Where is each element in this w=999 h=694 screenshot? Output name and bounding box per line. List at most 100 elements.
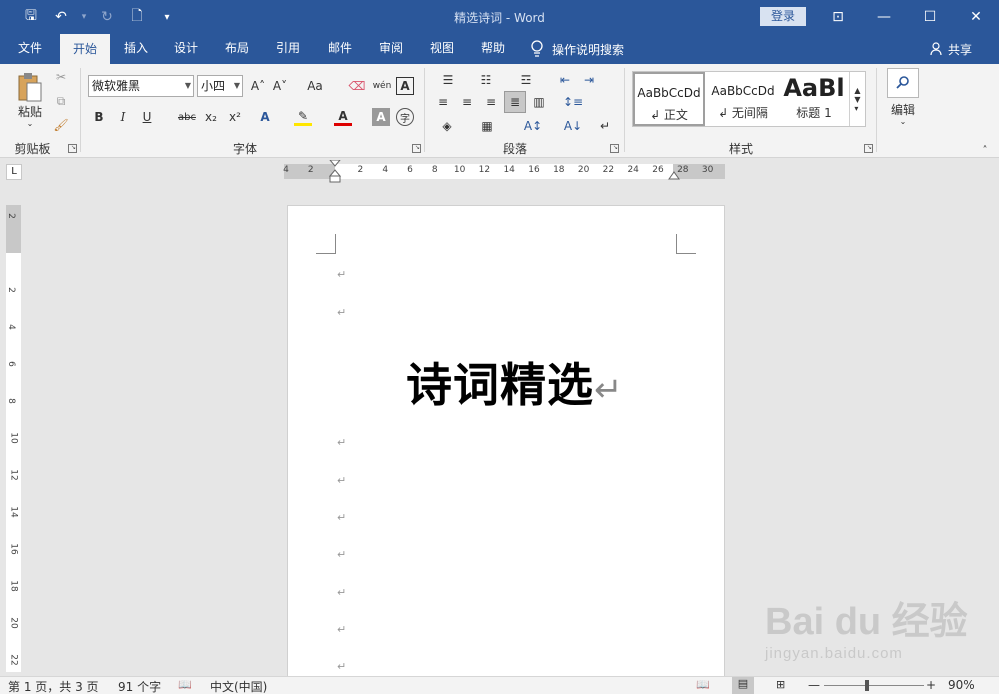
word-count[interactable]: 91 个字 bbox=[118, 678, 161, 694]
editing-label[interactable]: 编辑 bbox=[885, 102, 921, 117]
clear-formatting-icon[interactable]: ⌫ bbox=[348, 77, 366, 95]
paragraph-mark[interactable]: ↵ bbox=[337, 511, 346, 524]
format-painter-icon[interactable]: 🖌 bbox=[52, 116, 70, 134]
increase-indent-icon[interactable]: ⇥ bbox=[580, 70, 598, 90]
font-launcher-icon[interactable]: ↘ bbox=[412, 144, 421, 153]
paragraph-mark[interactable]: ↵ bbox=[337, 306, 346, 319]
paste-dropdown-icon[interactable]: ⌄ bbox=[22, 118, 38, 128]
phonetic-guide-icon[interactable]: wén bbox=[372, 76, 392, 96]
superscript-button[interactable]: x² bbox=[226, 108, 244, 126]
tab-layout[interactable]: 布局 bbox=[215, 34, 259, 64]
tab-insert[interactable]: 插入 bbox=[114, 34, 158, 64]
paste-label[interactable]: 粘贴 bbox=[10, 104, 50, 119]
italic-button[interactable]: I bbox=[114, 108, 132, 126]
subscript-button[interactable]: x₂ bbox=[202, 108, 220, 126]
paragraph-mark[interactable]: ↵ bbox=[337, 586, 346, 599]
distributed-icon[interactable]: ▥ bbox=[530, 93, 548, 111]
font-name-select[interactable]: 微软雅黑 ▼ bbox=[88, 75, 194, 97]
align-center-icon[interactable]: ≡ bbox=[458, 93, 476, 111]
line-spacing-icon[interactable]: ↕≡ bbox=[560, 93, 586, 111]
paragraph-mark[interactable]: ↵ bbox=[337, 268, 346, 281]
horizontal-ruler[interactable]: 4 2 2 4 6 8 10 12 14 16 18 20 22 24 26 28 30 bbox=[283, 160, 725, 183]
grow-font-icon[interactable]: A˄ bbox=[249, 77, 267, 95]
bullets-icon[interactable]: ☰ bbox=[434, 70, 462, 90]
styles-launcher-icon[interactable]: ↘ bbox=[864, 144, 873, 153]
shading-icon[interactable]: ◈ bbox=[434, 116, 460, 136]
multilevel-list-icon[interactable]: ☲ bbox=[512, 70, 540, 90]
justify-icon[interactable]: ≣ bbox=[504, 91, 526, 113]
change-case-icon[interactable]: Aa bbox=[302, 77, 328, 95]
bold-button[interactable]: B bbox=[90, 108, 108, 126]
character-border-icon[interactable]: A bbox=[396, 77, 414, 95]
zoom-level[interactable]: 90% bbox=[948, 678, 975, 692]
zoom-slider-track[interactable] bbox=[824, 685, 924, 686]
decrease-indent-icon[interactable]: ⇤ bbox=[556, 70, 574, 90]
zoom-out-button[interactable]: — bbox=[808, 678, 820, 692]
enclose-characters-icon[interactable]: 字 bbox=[396, 108, 414, 126]
align-left-icon[interactable]: ≡ bbox=[434, 93, 452, 111]
cut-icon[interactable]: ✂ bbox=[52, 68, 70, 86]
tab-selector[interactable]: L bbox=[6, 164, 22, 180]
maximize-icon[interactable]: ☐ bbox=[907, 0, 953, 34]
highlight-icon[interactable]: ✎ bbox=[294, 108, 312, 126]
paragraph-mark[interactable]: ↵ bbox=[337, 474, 346, 487]
paragraph-mark[interactable]: ↵ bbox=[337, 436, 346, 449]
page-count[interactable]: 第 1 页，共 3 页 bbox=[8, 678, 99, 694]
zoom-in-button[interactable]: + bbox=[926, 678, 936, 692]
close-icon[interactable]: ✕ bbox=[953, 0, 999, 34]
ruler-number: 18 bbox=[8, 580, 19, 592]
borders-icon[interactable]: ▦ bbox=[474, 116, 500, 136]
shrink-font-icon[interactable]: A˅ bbox=[271, 77, 289, 95]
tab-mailings[interactable]: 邮件 bbox=[318, 34, 362, 64]
login-button[interactable]: 登录 bbox=[760, 7, 806, 26]
tab-file[interactable]: 文件 bbox=[8, 34, 52, 64]
heading-text[interactable]: 诗词精选 bbox=[406, 358, 594, 412]
clipboard-launcher-icon[interactable]: ↘ bbox=[68, 144, 77, 153]
chinese-layout-icon[interactable]: A↕ bbox=[518, 116, 548, 136]
proofing-icon[interactable]: 📖 bbox=[178, 678, 192, 691]
paragraph-mark[interactable]: ↵ bbox=[337, 623, 346, 636]
ribbon-display-options-icon[interactable]: ⊡ bbox=[815, 0, 861, 34]
share-button[interactable]: 共享 bbox=[930, 34, 972, 64]
styles-scroll[interactable]: ▲ ▼ ▾ bbox=[849, 72, 865, 126]
group-divider bbox=[424, 68, 425, 152]
language[interactable]: 中文(中国) bbox=[210, 678, 267, 694]
paste-icon[interactable] bbox=[14, 70, 46, 104]
text-effects-icon[interactable]: A bbox=[256, 108, 274, 126]
print-layout-icon[interactable]: ▤ bbox=[732, 677, 754, 694]
document-page[interactable]: ↵ ↵ 诗词精选↵ ↵ ↵ ↵ ↵ ↵ ↵ ↵ bbox=[287, 205, 725, 680]
align-right-icon[interactable]: ≡ bbox=[482, 93, 500, 111]
tab-home[interactable]: 开始 bbox=[60, 34, 110, 64]
tab-design[interactable]: 设计 bbox=[164, 34, 208, 64]
numbering-icon[interactable]: ☷ bbox=[472, 70, 500, 90]
tell-me-search[interactable]: 操作说明搜索 bbox=[530, 34, 624, 64]
tab-view[interactable]: 视图 bbox=[420, 34, 464, 64]
editing-dropdown-icon[interactable]: ⌄ bbox=[895, 116, 911, 126]
collapse-ribbon-icon[interactable]: ˄ bbox=[978, 144, 992, 156]
font-size-select[interactable]: 小四 ▼ bbox=[197, 75, 243, 97]
underline-button[interactable]: U bbox=[138, 108, 156, 126]
tab-review[interactable]: 审阅 bbox=[369, 34, 413, 64]
sort-icon[interactable]: A↓ bbox=[564, 116, 582, 136]
paragraph-launcher-icon[interactable]: ↘ bbox=[610, 144, 619, 153]
tab-references[interactable]: 引用 bbox=[266, 34, 310, 64]
show-formatting-marks-icon[interactable]: ↵ bbox=[596, 116, 614, 136]
indent-marker-icon[interactable] bbox=[329, 160, 341, 184]
style-heading-1[interactable]: AaBl 标题 1 bbox=[781, 72, 847, 126]
style-no-spacing[interactable]: AaBbCcDd ↲ 无间隔 bbox=[707, 72, 779, 126]
copy-icon[interactable]: ⧉ bbox=[52, 92, 70, 110]
web-layout-icon[interactable]: ⊞ bbox=[776, 678, 785, 691]
style-normal[interactable]: AaBbCcDd ↲ 正文 bbox=[633, 72, 705, 126]
minimize-icon[interactable]: — bbox=[861, 0, 907, 34]
paragraph-mark[interactable]: ↵ bbox=[337, 660, 346, 673]
editing-button[interactable] bbox=[887, 68, 919, 98]
character-shading-icon[interactable]: A bbox=[372, 108, 390, 126]
tab-help[interactable]: 帮助 bbox=[471, 34, 515, 64]
vertical-ruler[interactable]: 2 2 4 6 8 10 12 14 16 18 20 22 bbox=[6, 205, 21, 672]
read-mode-icon[interactable]: 📖 bbox=[696, 678, 710, 691]
font-color-icon[interactable]: A bbox=[334, 108, 352, 126]
strikethrough-button[interactable]: abc bbox=[176, 108, 198, 126]
zoom-slider-thumb[interactable] bbox=[865, 680, 869, 691]
paragraph-mark[interactable]: ↵ bbox=[337, 548, 346, 561]
document-heading[interactable]: 诗词精选↵ bbox=[406, 349, 624, 415]
